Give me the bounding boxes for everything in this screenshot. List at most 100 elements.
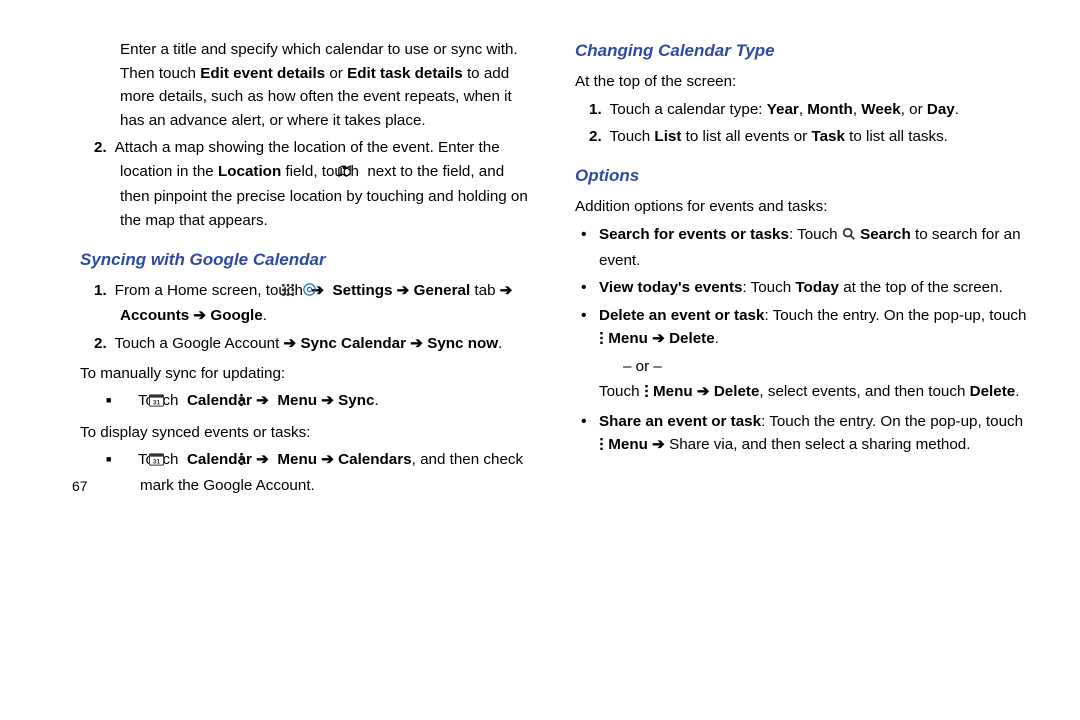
text-segment: .: [955, 101, 959, 118]
text-segment: Touch a calendar type:: [610, 101, 767, 118]
bold-text: Calendars: [338, 451, 411, 468]
right-column: Changing Calendar Type At the top of the…: [575, 38, 1040, 501]
option-search: Search for events or tasks: Touch Search…: [595, 223, 1030, 272]
bold-text: Year: [767, 101, 799, 118]
kebab-menu-icon: [599, 329, 604, 353]
bold-text: Menu: [608, 330, 648, 347]
bold-text: Menu: [277, 392, 317, 409]
bold-text: Delete an event or task: [599, 307, 764, 324]
text-segment: .: [715, 330, 719, 347]
heading-options: Options: [575, 163, 1030, 189]
bold-text: Sync Calendar: [301, 335, 407, 352]
kebab-menu-icon: [599, 435, 604, 459]
step-number: 1.: [589, 101, 602, 118]
svg-text:31: 31: [153, 459, 161, 466]
arrow-icon: ➔: [252, 451, 273, 468]
numbered-step-2: 2.Attach a map showing the location of t…: [80, 136, 535, 232]
arrow-icon: ➔: [189, 307, 210, 324]
options-intro: Addition options for events and tasks:: [575, 195, 1030, 219]
arrow-icon: ➔: [317, 392, 338, 409]
text-segment: or: [325, 65, 347, 82]
arrow-icon: ➔: [392, 282, 413, 299]
bold-text: Delete: [970, 383, 1016, 400]
text-segment: : Touch: [742, 279, 795, 296]
options-list: Search for events or tasks: Touch Search…: [575, 223, 1030, 459]
search-icon: [842, 225, 856, 249]
step-number: 1.: [94, 282, 107, 299]
bold-text: Delete: [714, 383, 760, 400]
change-step-2: 2.Touch List to list all events or Task …: [575, 125, 1030, 149]
bold-text: Sync now: [427, 335, 498, 352]
manual-sync-bullet: Touch 31 Calendar ➔ Menu ➔ Sync.: [80, 389, 535, 415]
page-number: 67: [72, 476, 88, 498]
change-step-1: 1. Touch a calendar type: Year, Month, We…: [575, 98, 1030, 122]
text-segment: .: [1015, 383, 1019, 400]
intro-paragraph: Enter a title and specify which calendar…: [80, 38, 535, 132]
option-today: View today's events: Touch Today at the …: [595, 276, 1030, 300]
bold-text: Menu: [608, 436, 648, 453]
change-top-label: At the top of the screen:: [575, 70, 1030, 94]
arrow-icon: ➔: [648, 436, 669, 453]
bold-text: List: [654, 128, 681, 145]
bold-text: Search for events or tasks: [599, 226, 789, 243]
text-segment: .: [263, 307, 267, 324]
text-segment: ,: [853, 101, 861, 118]
arrow-icon: ➔: [693, 383, 714, 400]
arrow-icon: ➔: [648, 330, 669, 347]
bold-text: Today: [795, 279, 839, 296]
text-segment: .: [374, 392, 378, 409]
text-segment: at the top of the screen.: [839, 279, 1003, 296]
bold-text: Menu: [277, 451, 317, 468]
sync-step-1: 1. From a Home screen, touch ➔ Settings ➔…: [80, 279, 535, 328]
arrow-icon: ➔: [252, 392, 273, 409]
text-segment: ,: [799, 101, 807, 118]
heading-changing-calendar-type: Changing Calendar Type: [575, 38, 1030, 64]
step-number: 2.: [589, 128, 602, 145]
option-share: Share an event or task: Touch the entry.…: [595, 410, 1030, 459]
or-separator: – or –: [623, 355, 1030, 379]
bold-text: Accounts: [120, 307, 189, 324]
text-segment: , or: [901, 101, 927, 118]
bold-text: Google: [210, 307, 262, 324]
bold-text: Day: [927, 101, 955, 118]
bold-text: General: [414, 282, 471, 299]
bold-text: Week: [861, 101, 900, 118]
bold-text: Month: [807, 101, 853, 118]
arrow-icon: ➔: [500, 282, 513, 299]
text-segment: : Touch: [789, 226, 842, 243]
bold-text: Task: [811, 128, 845, 145]
heading-syncing: Syncing with Google Calendar: [80, 247, 535, 273]
bold-text: View today's events: [599, 279, 742, 296]
bold-text: Edit task details: [347, 65, 463, 82]
text-segment: to list all events or: [681, 128, 811, 145]
text-segment: : Touch the entry. On the pop-up, touch: [761, 413, 1023, 430]
text-segment: Touch a Google Account: [115, 335, 284, 352]
bold-text: Edit event details: [200, 65, 325, 82]
arrow-icon: ➔: [406, 335, 427, 352]
step-number: 2.: [94, 139, 107, 156]
option-delete: Delete an event or task: Touch the entry…: [595, 304, 1030, 406]
manual-sync-label: To manually sync for updating:: [80, 362, 535, 386]
manual-page: Enter a title and specify which calendar…: [0, 0, 1080, 521]
display-synced-label: To display synced events or tasks:: [80, 421, 535, 445]
text-segment: : Touch the entry. On the pop-up, touch: [764, 307, 1026, 324]
kebab-menu-icon: [644, 382, 649, 406]
bold-text: Share an event or task: [599, 413, 761, 430]
text-segment: Share via, and then select a sharing met…: [669, 436, 970, 453]
left-column: Enter a title and specify which calendar…: [40, 38, 535, 501]
text-segment: , select events, and then touch: [759, 383, 969, 400]
bold-text: Settings: [333, 282, 393, 299]
display-synced-bullet: Touch 31 Calendar ➔ Menu ➔ Calendars, an…: [80, 448, 535, 497]
arrow-icon: ➔: [284, 335, 301, 352]
arrow-icon: ➔: [317, 451, 338, 468]
text-segment: Touch: [599, 383, 644, 400]
text-segment: to list all tasks.: [845, 128, 948, 145]
bold-text: Delete: [669, 330, 715, 347]
bold-text: Search: [860, 226, 911, 243]
text-segment: tab: [470, 282, 500, 299]
text-segment: From a Home screen, touch: [115, 282, 307, 299]
svg-text:31: 31: [153, 400, 161, 407]
sync-step-2: 2.Touch a Google Account ➔ Sync Calendar…: [80, 332, 535, 356]
text-segment: .: [498, 335, 502, 352]
bold-text: Location: [218, 163, 281, 180]
